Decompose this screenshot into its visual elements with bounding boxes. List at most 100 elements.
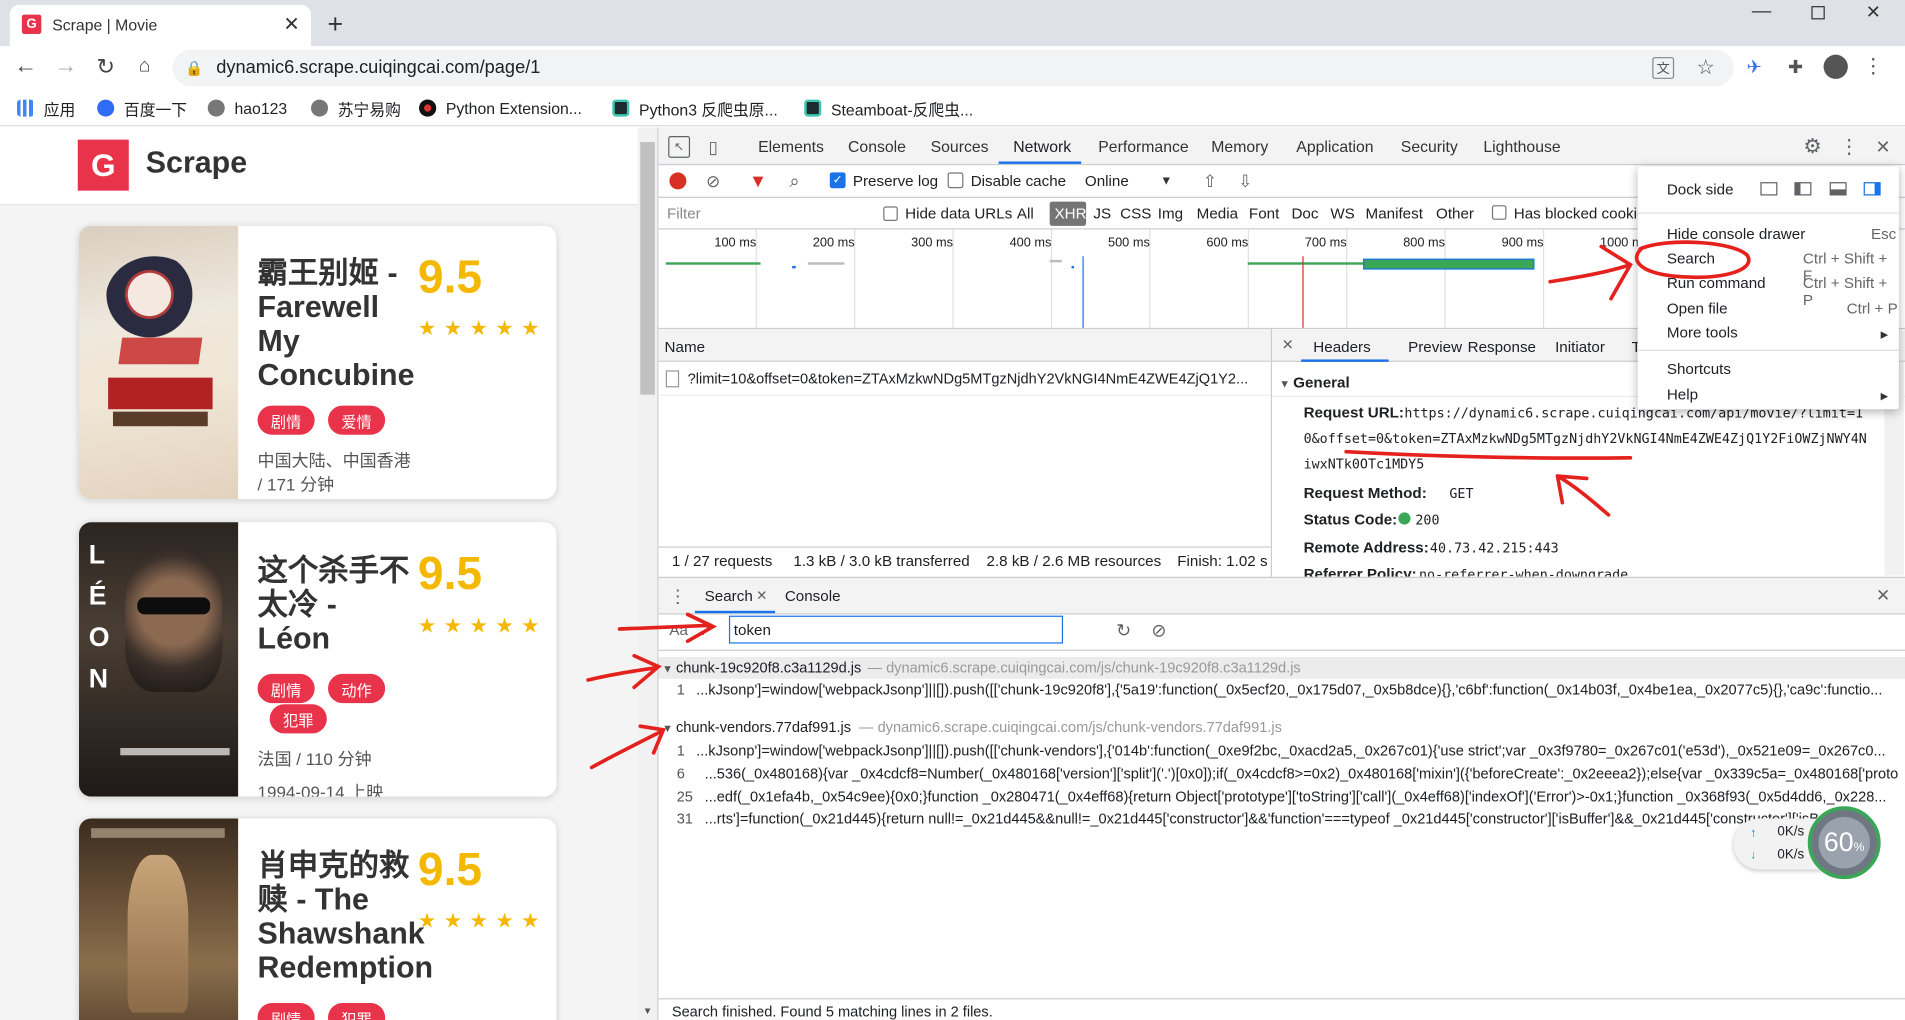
filter-type-css[interactable]: CSS <box>1120 205 1151 222</box>
filter-type-media[interactable]: Media <box>1197 205 1238 222</box>
genre-tag[interactable]: 剧情 <box>257 405 315 435</box>
name-column-header[interactable]: Name <box>665 339 706 356</box>
filter-funnel-icon[interactable]: ▼ <box>747 171 769 192</box>
back-icon[interactable]: ← <box>12 53 39 80</box>
devtools-tab-console[interactable]: Console <box>848 137 906 155</box>
movie-title[interactable]: 霸王别姬 - Farewell My Concubine <box>258 256 428 392</box>
new-tab-icon[interactable]: + <box>321 9 350 39</box>
filter-type-manifest[interactable]: Manifest <box>1366 205 1423 222</box>
export-har-icon[interactable]: ⇩ <box>1236 171 1255 190</box>
movie-card[interactable]: 肖申克的救赎 - The Shawshank Redemption 9.5 ★★… <box>78 818 557 1020</box>
general-heading[interactable]: ▼ General <box>1279 374 1349 391</box>
bookmark-hao123[interactable]: hao123 <box>207 98 287 117</box>
devtools-settings-gear-icon[interactable]: ⚙ <box>1800 135 1824 159</box>
scroll-down-arrow-icon[interactable]: ▼ <box>640 1003 655 1018</box>
devtools-tab-lighthouse[interactable]: Lighthouse <box>1483 137 1560 155</box>
record-icon[interactable] <box>669 172 687 190</box>
filter-type-img[interactable]: Img <box>1158 205 1183 222</box>
dock-undock-icon[interactable] <box>1760 182 1778 196</box>
memory-gauge[interactable]: 60% <box>1807 806 1881 880</box>
drawer-tab-console[interactable]: Console <box>785 588 841 605</box>
devtools-close-icon[interactable]: ✕ <box>1871 135 1895 159</box>
close-drawer-icon[interactable]: ✕ <box>1873 585 1892 604</box>
filter-type-doc[interactable]: Doc <box>1291 205 1318 222</box>
close-tab-icon[interactable]: ✕ <box>279 12 303 36</box>
minimize-icon[interactable]: — <box>1749 0 1773 24</box>
genre-tag[interactable]: 爱情 <box>328 405 386 435</box>
menu-item-more-tools[interactable]: More tools <box>1667 324 1738 341</box>
has-blocked-cookies-checkbox[interactable] <box>1491 205 1507 220</box>
home-icon[interactable]: ⌂ <box>131 53 158 80</box>
detail-tab-response[interactable]: Response <box>1468 339 1536 356</box>
star-icon[interactable]: ☆ <box>1694 56 1718 80</box>
hide-data-urls-checkbox[interactable] <box>883 206 898 222</box>
clear-search-icon[interactable]: ⊘ <box>1148 619 1170 642</box>
movie-title[interactable]: 肖申克的救赎 - The Shawshank Redemption <box>258 849 433 985</box>
device-toolbar-icon[interactable]: ▯ <box>702 135 724 159</box>
forward-icon[interactable]: → <box>52 53 79 80</box>
close-detail-icon[interactable]: ✕ <box>1279 336 1296 353</box>
result-line[interactable]: ...rts']=function(_0x21d445){return null… <box>705 810 1899 827</box>
detail-tab-initiator[interactable]: Initiator <box>1555 339 1605 356</box>
filter-type-ws[interactable]: WS <box>1330 205 1354 222</box>
chevron-down-icon[interactable]: ▼ <box>1159 172 1174 189</box>
genre-tag[interactable]: 犯罪 <box>269 704 327 734</box>
match-case-toggle[interactable]: Aa <box>669 622 688 639</box>
close-window-icon[interactable]: ✕ <box>1861 0 1885 24</box>
search-icon[interactable]: ⌕ <box>784 170 806 192</box>
result-line[interactable]: ...kJsonp']=window['webpackJsonp']||[]).… <box>696 681 1899 698</box>
address-bar[interactable]: 🔒 dynamic6.scrape.cuiqingcai.com/page/1 … <box>172 49 1734 87</box>
page-scrollbar[interactable] <box>637 127 658 1020</box>
page-scrollbar-thumb[interactable] <box>640 142 655 395</box>
filter-type-font[interactable]: Font <box>1249 205 1279 222</box>
bookmark-apps[interactable]: 应用 <box>17 98 75 118</box>
detail-tab-preview[interactable]: Preview <box>1408 339 1462 356</box>
regex-toggle[interactable]: .* <box>701 622 711 639</box>
dock-left-icon[interactable] <box>1794 182 1812 196</box>
devtools-tab-network[interactable]: Network <box>1013 137 1071 155</box>
genre-tag[interactable]: 动作 <box>328 673 386 704</box>
throttling-select[interactable]: Online <box>1085 172 1129 189</box>
inspect-element-icon[interactable]: ↖ <box>668 136 691 158</box>
dock-right-icon[interactable] <box>1863 182 1881 196</box>
devtools-tab-application[interactable]: Application <box>1296 137 1373 155</box>
bookmark-python-extension[interactable]: Python Extension... <box>419 98 582 117</box>
dock-bottom-icon[interactable] <box>1829 182 1847 196</box>
filter-type-all[interactable]: All <box>1017 205 1034 222</box>
movie-card[interactable]: L É O N 这个杀手不太冷 - Léon 9.5 ★★★★★ 剧情 动作 犯… <box>78 522 557 797</box>
detail-tab-headers[interactable]: Headers <box>1313 339 1370 356</box>
extension-bird-icon[interactable]: ✈ <box>1742 55 1766 79</box>
clear-icon[interactable]: ⊘ <box>703 171 722 190</box>
bookmark-baidu[interactable]: 百度一下 <box>97 98 187 118</box>
devtools-tab-performance[interactable]: Performance <box>1098 137 1188 155</box>
request-row[interactable]: ?limit=10&offset=0&token=ZTAxMzkwNDg5MTg… <box>658 361 1271 396</box>
result-line[interactable]: ...536(_0x480168){var _0x4cdcf8=Number(_… <box>705 765 1899 782</box>
movie-title[interactable]: 这个杀手不太冷 - Léon <box>258 554 414 656</box>
maximize-icon[interactable] <box>1805 0 1829 24</box>
reload-icon[interactable]: ↻ <box>92 53 119 80</box>
preserve-log-checkbox[interactable]: ✓ <box>829 172 846 189</box>
menu-item-run-command[interactable]: Run command <box>1667 274 1766 291</box>
filter-type-other[interactable]: Other <box>1436 205 1474 222</box>
menu-item-shortcuts[interactable]: Shortcuts <box>1667 361 1731 378</box>
genre-tag[interactable]: 剧情 <box>257 673 315 704</box>
genre-tag[interactable]: 犯罪 <box>328 1003 386 1020</box>
menu-item-search[interactable]: Search <box>1667 250 1715 267</box>
menu-item-open-file[interactable]: Open file <box>1667 300 1728 317</box>
movie-card[interactable]: 霸王别姬 - Farewell My Concubine 9.5 ★★★★★ 剧… <box>78 225 557 500</box>
close-search-tab-icon[interactable]: ✕ <box>754 587 769 604</box>
refresh-search-icon[interactable]: ↻ <box>1113 619 1135 642</box>
drawer-tab-search[interactable]: Search <box>705 588 753 605</box>
devtools-tab-elements[interactable]: Elements <box>758 137 824 155</box>
result-line[interactable]: ...edf(_0x1efa4b,_0x54c9ee){0x0;}functio… <box>705 788 1899 805</box>
browser-tab[interactable]: G Scrape | Movie ✕ <box>9 4 312 47</box>
search-input[interactable]: token <box>728 615 1064 644</box>
result-line[interactable]: ...kJsonp']=window['webpackJsonp']||[]).… <box>696 742 1899 759</box>
result-file-1[interactable]: ▼ chunk-19c920f8.c3a1129d.js <box>662 659 861 676</box>
profile-avatar-icon[interactable] <box>1823 54 1848 79</box>
bookmark-suning[interactable]: 苏宁易购 <box>311 98 401 118</box>
filter-type-js[interactable]: JS <box>1093 205 1111 222</box>
devtools-more-icon[interactable]: ⋮ <box>1837 135 1861 159</box>
drawer-menu-icon[interactable]: ⋮ <box>669 585 687 608</box>
devtools-tab-memory[interactable]: Memory <box>1211 137 1268 155</box>
